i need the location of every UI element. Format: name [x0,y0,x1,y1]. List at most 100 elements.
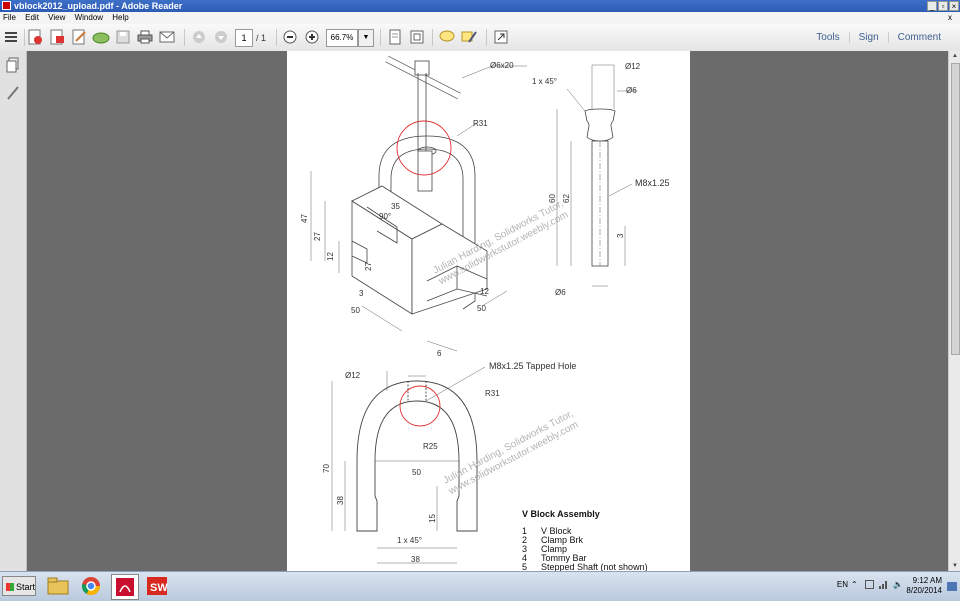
previous-page-icon[interactable] [190,28,208,46]
expand-icon[interactable] [492,28,510,46]
highlight-icon[interactable] [460,28,478,46]
start-button[interactable]: Start [2,576,36,596]
scrollbar-thumb[interactable] [951,63,960,355]
menu-help[interactable]: Help [112,13,128,22]
zoom-in-icon[interactable] [303,28,321,46]
clamp-dim-70: 70 [322,464,331,473]
solidworks-icon[interactable]: SW [144,574,170,598]
bill-of-materials: V Block Assembly 1 V Block 2 Clamp Brk 3… [522,509,648,571]
start-label: Start [16,582,36,592]
shaft-dim-d12: Ø12 [625,62,641,71]
menu-file[interactable]: File [3,13,16,22]
iso-dim-d6x20: Ø6x20 [490,61,514,70]
clock-date: 8/20/2014 [906,586,942,595]
minimize-button[interactable]: _ [927,1,937,11]
iso-dim-6: 6 [437,349,442,358]
chrome-icon[interactable] [78,574,104,598]
iso-dim-50a: 50 [351,306,360,315]
maximize-button[interactable]: ▫ [938,1,948,11]
page-thumbnails-icon[interactable] [6,57,20,76]
adobe-reader-taskbar-icon[interactable] [111,574,139,600]
print-icon[interactable] [136,28,154,46]
window-title: vblock2012_upload.pdf - Adobe Reader [14,1,183,11]
document-close-button[interactable]: x [948,12,952,24]
show-desktop-button[interactable] [947,582,957,591]
page-number-input[interactable]: 1 [235,29,253,47]
email-icon[interactable] [158,28,176,46]
adobe-reader-icon [2,1,11,10]
vertical-scrollbar[interactable]: ▲ ▼ [948,51,960,571]
scroll-down-icon[interactable]: ▼ [949,561,960,571]
network-icon[interactable] [879,580,888,589]
svg-text:SW: SW [150,582,168,594]
shaft-dim-chamfer: 1 x 45° [532,77,557,86]
shaft-dim-60: 60 [548,194,557,203]
zoom-dropdown-icon[interactable]: ▼ [358,29,374,47]
document-viewer[interactable]: Ø6x20 R31 47 27 12 35 90° 27 3 50 50 12 … [27,51,948,571]
iso-dim-h12: 12 [326,252,335,261]
technical-drawing: Ø6x20 R31 47 27 12 35 90° 27 3 50 50 12 … [300,55,670,571]
menu-view[interactable]: View [48,13,65,22]
toolbar: 1 / 1 66.7% ▼ Tools Sign Comment [0,24,960,52]
bom-item-number: 5 [522,562,527,571]
clock-time: 9:12 AM [912,576,942,585]
sign-link[interactable]: Sign [848,32,888,43]
create-pdf-icon[interactable] [26,28,44,46]
shaft-thread: M8x1.25 [635,178,670,188]
volume-icon[interactable]: 🔈 [893,580,903,589]
clamp-dim-d12: Ø12 [345,371,361,380]
windows-logo-icon [6,583,14,591]
iso-dim-h47: 47 [300,214,309,223]
navigation-pane [0,51,27,571]
comment-link[interactable]: Comment [887,32,950,43]
clamp-view [356,380,478,532]
menu-edit[interactable]: Edit [25,13,39,22]
file-explorer-icon[interactable] [45,574,71,598]
fit-width-icon[interactable] [408,28,426,46]
iso-dim-35: 35 [391,202,400,211]
scroll-up-icon[interactable]: ▲ [949,51,960,61]
zoom-input[interactable]: 66.7% [326,29,358,47]
iso-dim-12: 12 [480,287,489,296]
show-hidden-icons-icon[interactable]: ⌃ [851,580,860,589]
clamp-dim-15: 15 [428,514,437,523]
isometric-view [351,55,488,315]
export-pdf-icon[interactable] [48,28,66,46]
bom-item-name: Stepped Shaft (not shown) [541,562,648,571]
menu-window[interactable]: Window [75,13,103,22]
sticky-note-icon[interactable] [438,28,456,46]
shaft-dim-62: 62 [562,194,571,203]
fit-page-icon[interactable] [386,28,404,46]
clamp-dim-chamfer: 1 x 45° [397,536,422,545]
clamp-dim-38: 38 [336,496,345,505]
clamp-dim-38-bottom: 38 [411,555,420,564]
menu-bar: File Edit View Window Help x [0,12,960,24]
shaft-dim-3: 3 [616,233,625,238]
edit-pdf-icon[interactable] [70,28,88,46]
system-tray: EN ⌃ 🔈 9:12 AM 8/20/2014 [820,572,960,601]
window-titlebar: vblock2012_upload.pdf - Adobe Reader _ ▫… [0,0,960,12]
battery-icon[interactable] [865,580,874,589]
cloud-upload-icon[interactable] [92,28,110,46]
iso-dim-r31: R31 [473,119,488,128]
clamp-dim-r31: R31 [485,389,500,398]
pdf-page: Ø6x20 R31 47 27 12 35 90° 27 3 50 50 12 … [287,51,690,571]
iso-dim-h27: 27 [313,232,322,241]
clock[interactable]: 9:12 AM 8/20/2014 [906,576,942,596]
signature-pen-icon[interactable] [6,85,20,104]
clamp-dim-r25: R25 [423,442,438,451]
shaft-view [584,108,616,267]
iso-dim-90deg: 90° [379,212,391,221]
iso-dim-50b: 50 [477,304,486,313]
language-indicator[interactable]: EN [837,580,848,589]
save-icon[interactable] [114,28,132,46]
close-button[interactable]: × [949,1,959,11]
next-page-icon[interactable] [212,28,230,46]
clamp-tapped-hole: M8x1.25 Tapped Hole [489,361,576,371]
tools-link[interactable]: Tools [807,32,848,43]
clamp-dim-50: 50 [412,468,421,477]
iso-dim-27b: 27 [364,262,373,271]
menu-icon[interactable] [3,28,21,46]
iso-dim-3: 3 [359,289,364,298]
zoom-out-icon[interactable] [281,28,299,46]
